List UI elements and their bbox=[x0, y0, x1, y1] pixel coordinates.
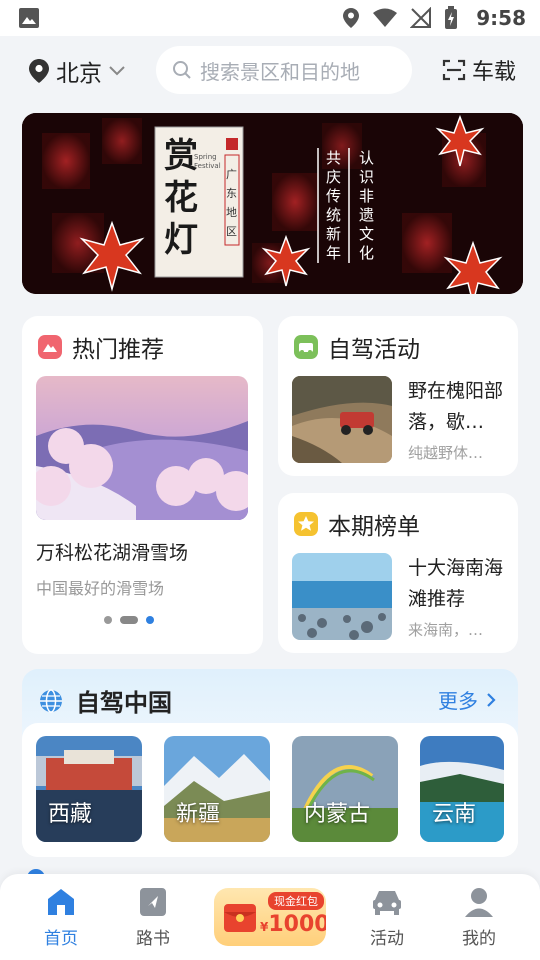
bottom-tab-bar: 首页 路书 现金红包 ¥1000 活动 我的 bbox=[0, 874, 540, 960]
gallery-notification-icon bbox=[19, 8, 39, 28]
city-selector[interactable]: 北京 bbox=[28, 54, 126, 88]
province-name: 内蒙古 bbox=[304, 802, 371, 827]
red-packet-icon bbox=[224, 904, 256, 932]
hot-recommend-header: 热门推荐 bbox=[38, 330, 164, 364]
hot-recommend-title: 热门推荐 bbox=[72, 337, 164, 363]
province-name: 西藏 bbox=[48, 802, 93, 827]
chevron-down-icon bbox=[109, 66, 125, 76]
ranking-item-name: 十大海南海滩推荐 bbox=[408, 557, 504, 610]
hot-icon bbox=[38, 335, 62, 359]
province-card-inner-mongolia[interactable]: 内蒙古 bbox=[292, 736, 398, 842]
drive-event-header: 自驾活动 bbox=[294, 330, 420, 364]
status-bar: 9:58 bbox=[0, 0, 540, 36]
red-packet-tag: 现金红包 bbox=[268, 892, 324, 910]
carousel-indicator bbox=[104, 616, 154, 624]
banner-slogan-right: 认识非遗文化 bbox=[359, 149, 375, 262]
tab-activity[interactable]: 活动 bbox=[347, 886, 427, 949]
search-placeholder: 搜索景区和目的地 bbox=[200, 59, 360, 84]
promo-banner[interactable]: 赏花灯 Spring Festival 广东地区 共庆传统新年 认识非遗文化 bbox=[22, 113, 523, 294]
user-icon bbox=[465, 888, 493, 917]
self-drive-china-header: 自驾中国 bbox=[38, 683, 172, 718]
drive-event-item-name: 野在槐阳部落，歇… bbox=[408, 380, 504, 433]
carousel-dot bbox=[104, 616, 112, 624]
province-list: 西藏 新疆 内蒙古 云南 bbox=[22, 723, 518, 857]
chevron-right-icon bbox=[487, 692, 496, 707]
ranking-item-desc: 来海南，… bbox=[408, 621, 484, 639]
ranking-text: 十大海南海滩推荐 来海南，… bbox=[408, 553, 506, 640]
tab-home[interactable]: 首页 bbox=[21, 886, 101, 949]
tab-mine[interactable]: 我的 bbox=[439, 886, 519, 949]
hot-item-name: 万科松花湖滑雪场 bbox=[36, 542, 189, 564]
ski-resort-image[interactable] bbox=[36, 376, 248, 520]
province-name: 新疆 bbox=[176, 802, 221, 827]
more-link[interactable]: 更多 bbox=[438, 685, 496, 714]
tab-routes-label: 路书 bbox=[136, 929, 170, 949]
offroad-image[interactable] bbox=[292, 376, 392, 463]
red-packet-button[interactable]: 现金红包 ¥1000 bbox=[214, 888, 326, 946]
car-badge-icon bbox=[294, 335, 318, 359]
self-drive-china-section: 自驾中国 更多 西藏 新疆 内蒙古 云南 bbox=[22, 669, 518, 857]
tab-routes[interactable]: 路书 bbox=[113, 886, 193, 949]
star-badge-icon bbox=[294, 512, 318, 536]
province-card-xinjiang[interactable]: 新疆 bbox=[164, 736, 270, 842]
drive-event-item-desc: 纯越野体… bbox=[408, 444, 484, 462]
ranking-card[interactable]: 本期榜单 十大海南海滩推荐 来海南，… bbox=[278, 493, 518, 653]
carousel-dot-active bbox=[146, 616, 154, 624]
banner-tag: Spring Festival bbox=[194, 153, 221, 170]
hot-item-desc: 中国最好的滑雪场 bbox=[36, 579, 165, 598]
province-card-tibet[interactable]: 西藏 bbox=[36, 736, 142, 842]
car-mode-button[interactable]: 车载 bbox=[442, 54, 516, 86]
battery-charging-icon bbox=[445, 6, 458, 29]
globe-icon bbox=[40, 688, 62, 713]
search-bar[interactable]: 搜索景区和目的地 bbox=[156, 46, 412, 94]
beach-image[interactable] bbox=[292, 553, 392, 640]
car-icon bbox=[373, 891, 401, 915]
self-drive-china-title: 自驾中国 bbox=[76, 689, 172, 717]
no-signal-icon bbox=[410, 7, 432, 28]
roadbook-icon bbox=[140, 888, 166, 916]
ranking-title: 本期榜单 bbox=[328, 514, 420, 540]
drive-event-text: 野在槐阳部落，歇… 纯越野体… bbox=[408, 376, 506, 463]
ranking-header: 本期榜单 bbox=[294, 507, 420, 541]
tab-mine-label: 我的 bbox=[462, 929, 496, 949]
drive-event-card[interactable]: 自驾活动 野在槐阳部落，歇… 纯越野体… bbox=[278, 316, 518, 476]
scan-icon bbox=[442, 59, 466, 81]
red-packet-amount: ¥1000 bbox=[260, 912, 326, 937]
hot-recommend-card[interactable]: 热门推荐 万科松花湖滑雪场 中国最好的滑雪场 bbox=[22, 316, 263, 654]
clock: 9:58 bbox=[476, 6, 526, 30]
tab-home-label: 首页 bbox=[44, 929, 78, 949]
tab-activity-label: 活动 bbox=[370, 929, 404, 949]
car-mode-label: 车载 bbox=[472, 60, 517, 85]
top-bar: 北京 搜索景区和目的地 车载 bbox=[0, 36, 540, 106]
search-icon bbox=[173, 61, 191, 79]
location-pin-icon bbox=[29, 59, 49, 83]
province-name: 云南 bbox=[432, 802, 477, 827]
location-status-icon bbox=[343, 8, 360, 28]
banner-slogan-left: 共庆传统新年 bbox=[326, 149, 342, 262]
city-name: 北京 bbox=[56, 61, 102, 87]
more-label: 更多 bbox=[438, 689, 478, 713]
wifi-icon bbox=[373, 8, 398, 27]
banner-region: 广东地区 bbox=[226, 168, 237, 238]
province-card-yunnan[interactable]: 云南 bbox=[420, 736, 504, 842]
home-icon bbox=[48, 889, 74, 915]
red-packet-amount-value: 1000 bbox=[268, 912, 326, 937]
carousel-dot bbox=[120, 616, 138, 624]
lantern-festival-art bbox=[22, 113, 523, 294]
drive-event-title: 自驾活动 bbox=[328, 337, 420, 363]
